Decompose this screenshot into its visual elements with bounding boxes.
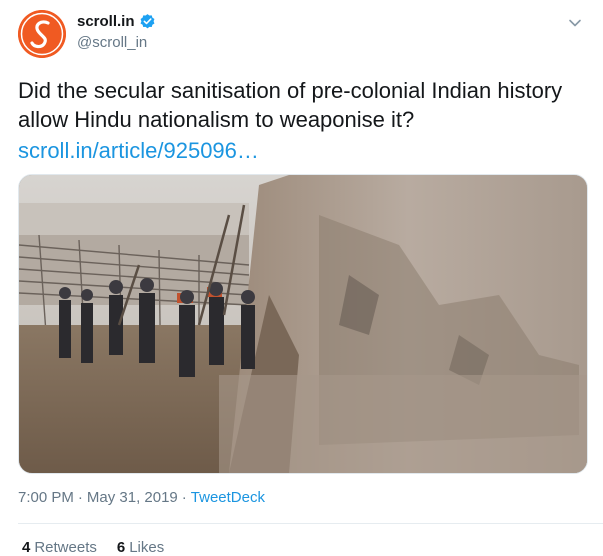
divider xyxy=(18,523,603,524)
tweet-meta: 7:00 PM · May 31, 2019 · TweetDeck xyxy=(18,489,265,506)
retweets-label: Retweets xyxy=(34,539,97,556)
author-handle[interactable]: @scroll_in xyxy=(77,34,147,51)
display-name[interactable]: scroll.in xyxy=(77,13,135,30)
author-name-row[interactable]: scroll.in xyxy=(77,13,156,30)
tweet-date[interactable]: May 31, 2019 xyxy=(87,489,178,506)
likes-count: 6 xyxy=(116,539,126,556)
article-link[interactable]: scroll.in/article/925096… xyxy=(18,136,259,165)
tweet-time[interactable]: 7:00 PM xyxy=(18,489,74,506)
likes-stat[interactable]: 6 Likes xyxy=(117,539,164,556)
chevron-down-icon[interactable] xyxy=(568,16,582,30)
tweet-source-link[interactable]: TweetDeck xyxy=(191,489,265,506)
tweet-photo[interactable] xyxy=(18,174,588,474)
meta-separator: · xyxy=(77,489,83,506)
retweets-stat[interactable]: 4 Retweets xyxy=(22,539,97,556)
verified-badge-icon xyxy=(139,13,156,30)
retweets-count: 4 xyxy=(22,539,31,556)
demolition-photo-image xyxy=(19,175,587,473)
tweet-stats: 4 Retweets 6 Likes xyxy=(22,539,184,556)
tweet-card: scroll.in @scroll_in Did the secular san… xyxy=(0,0,603,556)
tweet-text: Did the secular sanitisation of pre-colo… xyxy=(18,78,563,132)
likes-label: Likes xyxy=(129,539,165,556)
meta-separator-2: · xyxy=(181,489,187,506)
avatar[interactable] xyxy=(18,10,66,58)
scroll-logo-icon xyxy=(18,10,66,58)
